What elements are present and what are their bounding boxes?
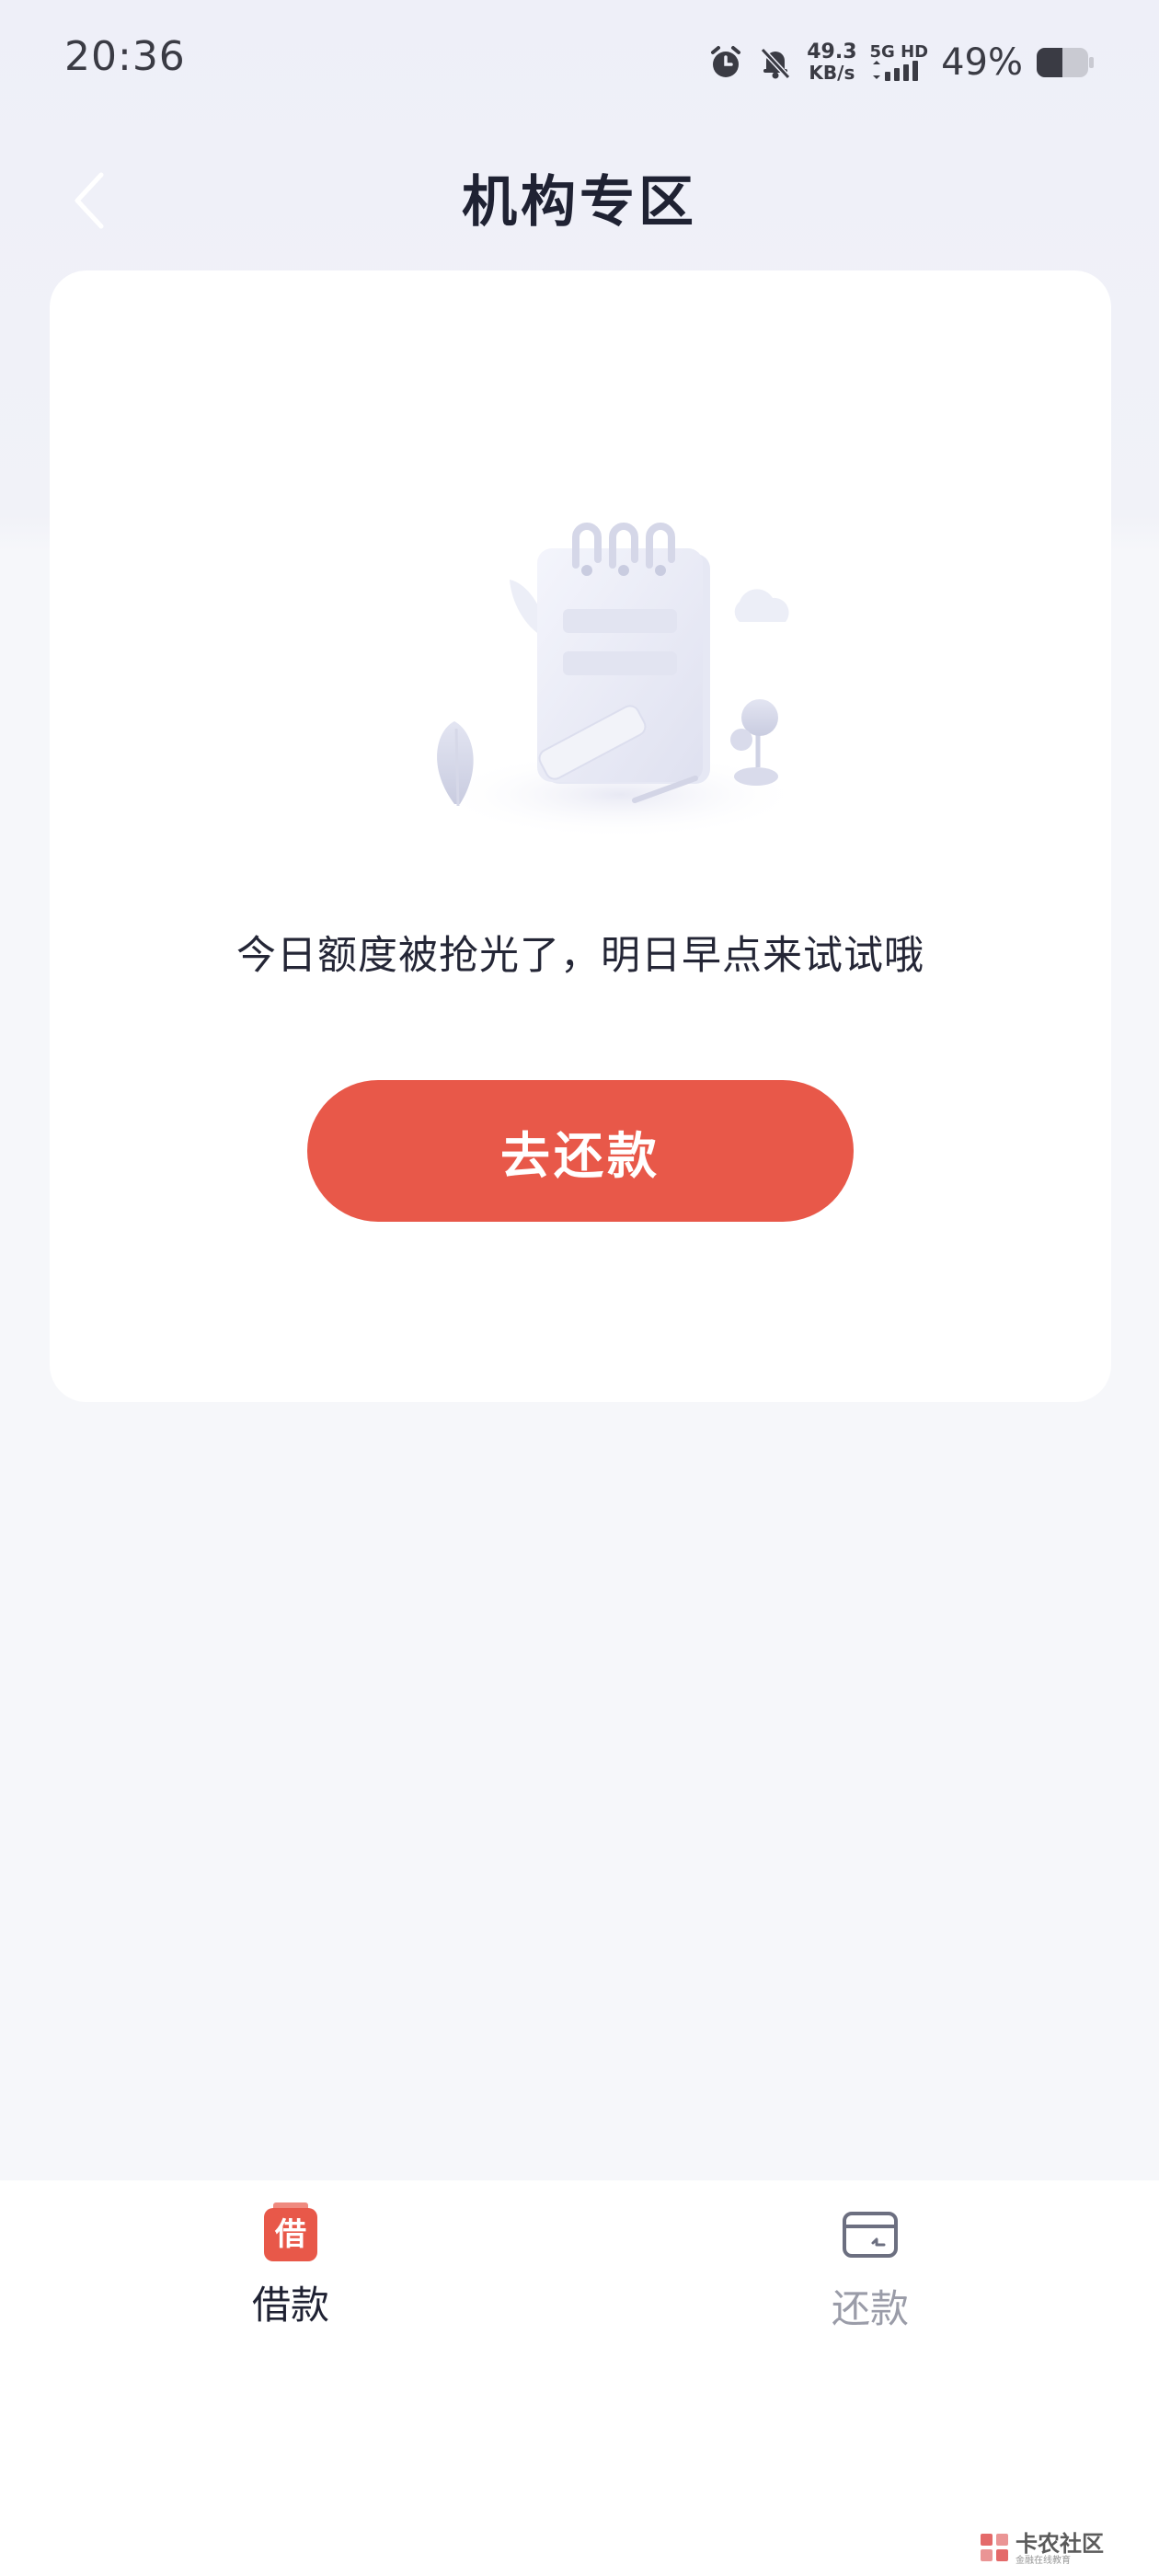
back-button[interactable]: [55, 167, 125, 237]
card-icon: [842, 2208, 899, 2265]
alarm-icon: [707, 44, 744, 81]
watermark-subtitle: 金融在线教育: [1016, 2556, 1071, 2566]
bottom-tab-bar: 借 借款 还款: [0, 2180, 1159, 2576]
borrow-icon-glyph: 借: [275, 2216, 306, 2253]
battery-icon: [1036, 46, 1095, 79]
watermark-logo-icon: [979, 2532, 1010, 2567]
status-icons: 49.3 KB/s 5G HD 49%: [707, 37, 1095, 88]
signal-label: 5G HD: [869, 42, 929, 62]
status-time: 20:36: [64, 33, 186, 80]
watermark-title: 卡农社区: [1016, 2531, 1104, 2557]
tab-repay[interactable]: 还款: [732, 2208, 1008, 2355]
empty-message: 今日额度被抢光了，明日早点来试试哦: [236, 933, 924, 979]
network-speed-unit: KB/s: [809, 62, 855, 84]
watermark: 卡农社区 金融在线教育: [979, 2532, 1104, 2567]
page-title: 机构专区: [462, 170, 697, 235]
borrow-icon: 借: [264, 2202, 317, 2261]
tab-borrow-label: 借款: [251, 2283, 329, 2328]
tab-repay-label: 还款: [831, 2286, 909, 2331]
signal-icon: [870, 61, 924, 81]
signal-indicator: 5G HD: [869, 42, 929, 81]
nav-bar: 机构专区: [0, 147, 1159, 258]
tab-borrow[interactable]: 借 借款: [153, 2202, 429, 2355]
bell-muted-icon: [757, 44, 794, 81]
empty-state-card: 今日额度被抢光了，明日早点来试试哦 去还款: [50, 270, 1111, 1402]
watermark-text: 卡农社区 金融在线教育: [1016, 2533, 1104, 2566]
network-speed-value: 49.3: [807, 40, 857, 63]
go-repay-button[interactable]: 去还款: [307, 1080, 854, 1222]
chevron-left-icon: [72, 171, 109, 234]
empty-notepad-illustration: [408, 500, 813, 850]
battery-percent: 49%: [941, 41, 1023, 84]
status-bar: 20:36 49.3 KB/s 5G HD 49%: [0, 0, 1159, 129]
network-speed: 49.3 KB/s: [807, 40, 857, 84]
